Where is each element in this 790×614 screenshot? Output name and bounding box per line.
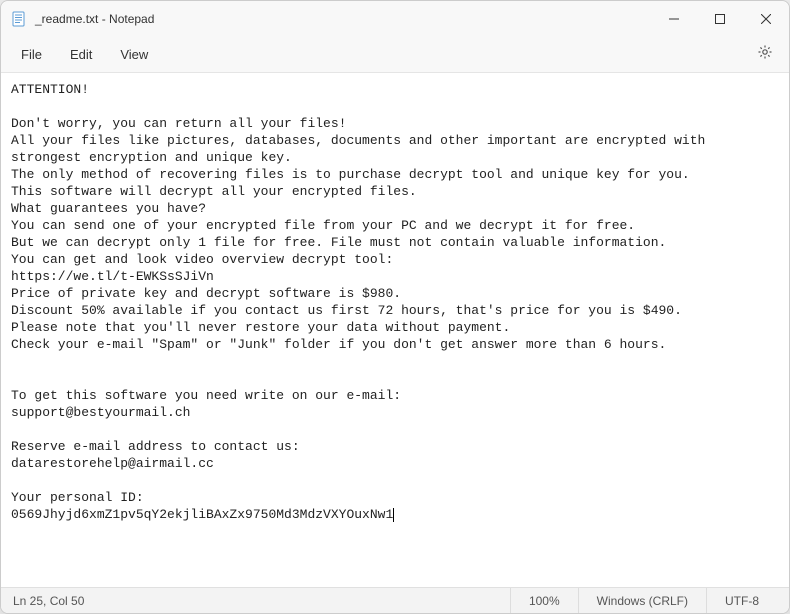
text-line: But we can decrypt only 1 file for free.… — [11, 235, 666, 250]
text-line: https://we.tl/t-EWKSsSJiVn — [11, 269, 214, 284]
text-line: Check your e-mail "Spam" or "Junk" folde… — [11, 337, 666, 352]
menubar: File Edit View — [1, 37, 789, 73]
menu-file[interactable]: File — [9, 41, 54, 68]
menu-edit[interactable]: Edit — [58, 41, 104, 68]
status-zoom[interactable]: 100% — [510, 588, 578, 613]
status-position: Ln 25, Col 50 — [13, 594, 84, 608]
text-line: Discount 50% available if you contact us… — [11, 303, 682, 318]
editor-area[interactable]: ATTENTION! Don't worry, you can return a… — [1, 73, 789, 587]
titlebar: _readme.txt - Notepad — [1, 1, 789, 37]
text-line: Please note that you'll never restore yo… — [11, 320, 510, 335]
text-line: You can send one of your encrypted file … — [11, 218, 635, 233]
text-line: Price of private key and decrypt softwar… — [11, 286, 401, 301]
maximize-button[interactable] — [697, 1, 743, 37]
text-line: Your personal ID: — [11, 490, 144, 505]
text-line: datarestorehelp@airmail.cc — [11, 456, 214, 471]
text-line: This software will decrypt all your encr… — [11, 184, 417, 199]
text-line: Reserve e-mail address to contact us: — [11, 439, 300, 454]
statusbar: Ln 25, Col 50 100% Windows (CRLF) UTF-8 — [1, 587, 789, 613]
settings-button[interactable] — [749, 39, 781, 71]
text-line: Don't worry, you can return all your fil… — [11, 116, 346, 131]
text-line: You can get and look video overview decr… — [11, 252, 393, 267]
window-controls — [651, 1, 789, 37]
notepad-icon — [11, 11, 27, 27]
minimize-button[interactable] — [651, 1, 697, 37]
notepad-window: _readme.txt - Notepad File Edit View — [0, 0, 790, 614]
text-cursor — [393, 508, 394, 522]
text-line: 0569Jhyjd6xmZ1pv5qY2ekjliBAxZx9750Md3Mdz… — [11, 507, 393, 522]
text-line: The only method of recovering files is t… — [11, 167, 690, 182]
status-lineending: Windows (CRLF) — [578, 588, 706, 613]
maximize-icon — [715, 12, 725, 27]
minimize-icon — [669, 12, 679, 27]
close-icon — [761, 12, 771, 27]
gear-icon — [757, 44, 773, 65]
text-line: To get this software you need write on o… — [11, 388, 401, 403]
window-title: _readme.txt - Notepad — [35, 12, 651, 26]
text-line: support@bestyourmail.ch — [11, 405, 190, 420]
status-encoding: UTF-8 — [706, 588, 777, 613]
text-line: All your files like pictures, databases,… — [11, 133, 713, 165]
text-line: What guarantees you have? — [11, 201, 206, 216]
close-button[interactable] — [743, 1, 789, 37]
text-line: ATTENTION! — [11, 82, 89, 97]
menu-view[interactable]: View — [108, 41, 160, 68]
